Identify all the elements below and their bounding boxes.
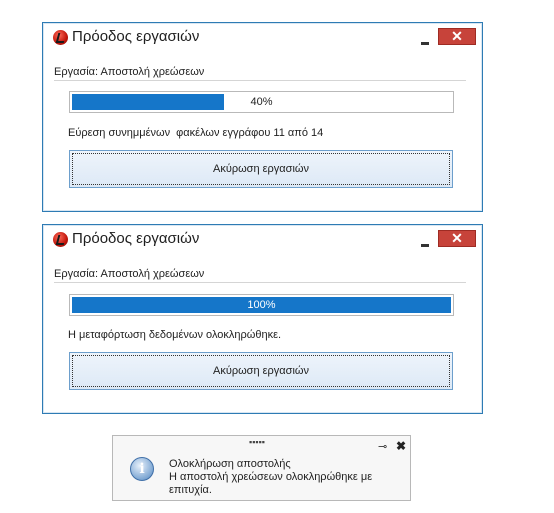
- progress-dialog-2: Πρόοδος εργασιών ✕ Εργασία: Αποστολή χρε…: [42, 224, 483, 414]
- titlebar[interactable]: Πρόοδος εργασιών ✕: [43, 225, 482, 255]
- progress-percent: 40%: [250, 96, 273, 108]
- separator: [54, 282, 466, 283]
- progress-dialog-1: Πρόοδος εργασιών ✕ Εργασία: Αποστολή χρε…: [42, 22, 483, 212]
- titlebar[interactable]: Πρόοδος εργασιών ✕: [43, 23, 482, 53]
- status-text: Εύρεση συνημμένων φακέλων εγγράφου 11 απ…: [68, 127, 324, 139]
- close-button[interactable]: ✕: [438, 230, 476, 247]
- window-title: Πρόοδος εργασιών: [72, 230, 200, 247]
- task-label: Εργασία: Αποστολή χρεώσεων: [54, 66, 205, 78]
- cancel-tasks-button[interactable]: Ακύρωση εργασιών: [69, 352, 453, 390]
- cancel-tasks-button[interactable]: Ακύρωση εργασιών: [69, 150, 453, 188]
- drag-grip-icon[interactable]: ▪▪▪▪▪: [249, 438, 265, 447]
- app-logo-icon: [53, 30, 68, 45]
- window-title: Πρόοδος εργασιών: [72, 28, 200, 45]
- notification-title: Ολοκλήρωση αποστολής: [169, 458, 291, 470]
- info-icon: i: [130, 457, 154, 481]
- notification-message: Η αποστολή χρεώσεων ολοκληρώθηκε με επιτ…: [169, 471, 373, 496]
- task-label: Εργασία: Αποστολή χρεώσεων: [54, 268, 205, 280]
- minimize-icon[interactable]: [420, 236, 432, 248]
- separator: [54, 80, 466, 81]
- progress-bar: 100%: [69, 294, 454, 316]
- progress-percent: 100%: [247, 299, 276, 311]
- pin-icon[interactable]: ⊸: [378, 440, 387, 453]
- app-logo-icon: [53, 232, 68, 247]
- minimize-icon[interactable]: [420, 34, 432, 46]
- notification-popup: ▪▪▪▪▪ ⊸ ✖ i Ολοκλήρωση αποστολής Η αποστ…: [112, 435, 411, 501]
- close-icon[interactable]: ✖: [396, 439, 406, 453]
- progress-bar: 40%: [69, 91, 454, 113]
- close-button[interactable]: ✕: [438, 28, 476, 45]
- status-text: Η μεταφόρτωση δεδομένων ολοκληρώθηκε.: [68, 329, 282, 341]
